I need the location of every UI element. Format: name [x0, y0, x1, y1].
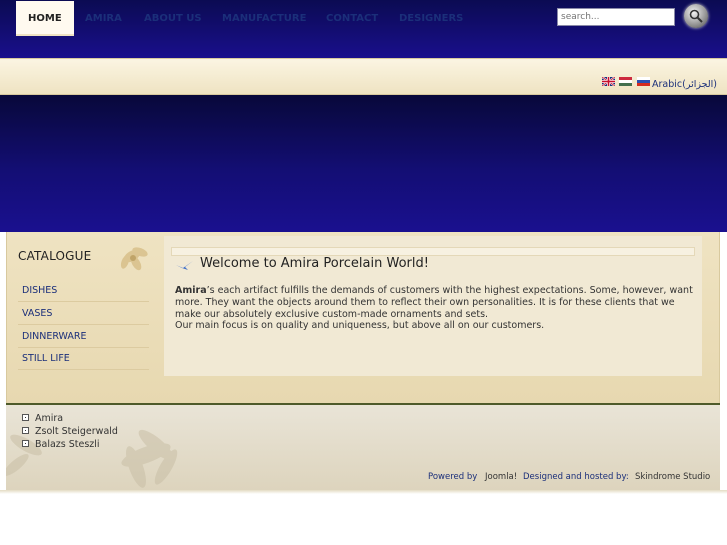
- nav-manufacture[interactable]: MANUFACTURE: [210, 1, 318, 36]
- bullet-icon: [22, 427, 29, 434]
- search-button[interactable]: [684, 4, 708, 28]
- catalogue-item-dinnerware[interactable]: DINNERWARE: [18, 326, 149, 348]
- nav-designers[interactable]: DESIGNERS: [387, 1, 475, 36]
- article-paragraph-1-text: ’s each artifact fulfills the demands of…: [175, 285, 693, 320]
- flower-ornament-icon: [120, 247, 148, 271]
- catalogue-item-vases[interactable]: VASES: [18, 303, 149, 325]
- catalogue-item-dishes[interactable]: DISHES: [18, 280, 149, 302]
- footer-link-balazs-steszli[interactable]: Balazs Steszli: [22, 439, 100, 450]
- article-paragraph-1: Amira’s each artifact fulfills the deman…: [175, 285, 695, 321]
- designed-by-label: Designed and hosted by:: [523, 472, 629, 482]
- banner: [0, 95, 727, 232]
- bullet-icon: [22, 440, 29, 447]
- title-bar: [171, 247, 695, 256]
- bottom-edge: [0, 490, 727, 494]
- nav-about-us[interactable]: ABOUT US: [132, 1, 214, 36]
- article-title: Welcome to Amira Porcelain World!: [200, 256, 429, 271]
- bullet-icon: [22, 414, 29, 421]
- powered-by-label: Powered by: [428, 472, 478, 482]
- nav-contact[interactable]: CONTACT: [314, 1, 390, 36]
- catalogue-title: CATALOGUE: [18, 249, 92, 263]
- search-input[interactable]: [557, 8, 675, 26]
- english-flag-icon[interactable]: [602, 77, 615, 86]
- footer-link-zsolt-steigerwald[interactable]: Zsolt Steigerwald: [22, 426, 118, 437]
- joomla-link[interactable]: Joomla!: [485, 472, 517, 482]
- footer-link-amira[interactable]: Amira: [22, 413, 63, 424]
- brand-name: Amira: [175, 285, 207, 296]
- footer-link-label: Amira: [35, 413, 64, 424]
- footer-link-label: Balazs Steszli: [35, 439, 100, 450]
- magnifier-icon: [689, 9, 703, 23]
- skindrome-studio-link[interactable]: Skindrome Studio: [635, 472, 710, 482]
- nav-amira[interactable]: AMIRA: [73, 1, 134, 36]
- footer-link-label: Zsolt Steigerwald: [35, 426, 118, 437]
- article-paragraph-2: Our main focus is on quality and uniquen…: [175, 320, 545, 331]
- russian-flag-icon[interactable]: [637, 77, 650, 86]
- hungarian-flag-icon[interactable]: [619, 77, 632, 86]
- catalogue-item-still-life[interactable]: STILL LIFE: [18, 348, 149, 370]
- arabic-language-link[interactable]: Arabic(الجزائر): [652, 79, 717, 90]
- nav-home[interactable]: HOME: [16, 1, 74, 36]
- main-nav: [0, 58, 727, 95]
- bird-icon: [176, 261, 193, 270]
